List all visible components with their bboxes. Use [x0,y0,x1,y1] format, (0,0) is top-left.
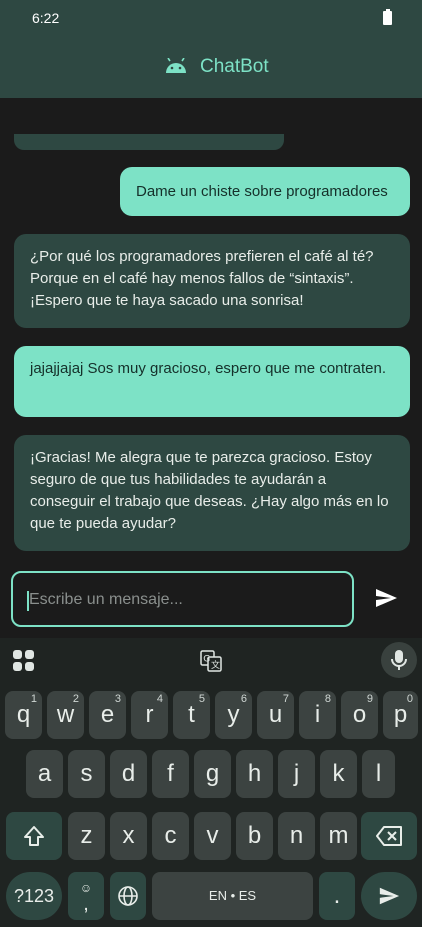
key-c[interactable]: c [152,812,189,860]
key-f[interactable]: f [152,750,189,798]
send-icon[interactable] [372,586,400,610]
period-key[interactable]: . [319,872,355,920]
shift-key[interactable] [6,812,62,860]
key-u[interactable]: u7 [257,691,294,739]
previous-message-bubble [14,134,284,150]
app-bar: ChatBot [0,36,422,98]
key-a[interactable]: a [26,750,63,798]
translate-icon[interactable]: G 文 [200,650,222,672]
user-message: jajajjajaj Sos muy gracioso, espero que … [14,346,410,417]
key-k[interactable]: k [320,750,357,798]
key-s[interactable]: s [68,750,105,798]
apps-grid-icon[interactable] [13,650,35,672]
enter-key[interactable] [361,872,417,920]
shift-icon [24,826,44,846]
key-l[interactable]: l [362,750,395,798]
key-w[interactable]: w2 [47,691,84,739]
key-r[interactable]: r4 [131,691,168,739]
key-p[interactable]: p0 [383,691,418,739]
key-t[interactable]: t5 [173,691,210,739]
language-key[interactable] [110,872,146,920]
backspace-key[interactable] [361,812,417,860]
app-title: ChatBot [200,56,269,77]
svg-text:文: 文 [211,659,220,671]
key-x[interactable]: x [110,812,147,860]
message-list[interactable]: Dame un chiste sobre programadores ¿Por … [0,98,422,566]
bot-message: ¡Gracias! Me alegra que te parezca graci… [14,435,410,551]
message-input[interactable]: Escribe un mensaje... [11,571,354,627]
message-input-placeholder: Escribe un mensaje... [29,591,183,608]
text-cursor [27,591,29,611]
battery-icon [383,9,392,25]
status-bar: 6:22 [0,0,422,36]
key-d[interactable]: d [110,750,147,798]
key-i[interactable]: i8 [299,691,336,739]
microphone-icon [391,650,407,670]
key-h[interactable]: h [236,750,273,798]
user-message: Dame un chiste sobre programadores [120,167,410,216]
emoji-comma-key[interactable]: ☺ , [68,872,104,920]
key-b[interactable]: b [236,812,273,860]
key-o[interactable]: o9 [341,691,378,739]
key-y[interactable]: y6 [215,691,252,739]
bot-message: ¿Por qué los programadores prefieren el … [14,234,410,328]
android-icon [166,58,186,73]
key-g[interactable]: g [194,750,231,798]
keyboard-toolbar: G 文 [0,638,422,682]
key-q[interactable]: q1 [5,691,42,739]
symbols-key[interactable]: ?123 [6,872,62,920]
status-time: 6:22 [32,10,60,26]
svg-text:G: G [203,655,210,665]
key-m[interactable]: m [320,812,357,860]
backspace-icon [376,826,402,846]
key-v[interactable]: v [194,812,231,860]
space-key[interactable]: EN • ES [152,872,313,920]
globe-icon [118,886,138,906]
composer: Escribe un mensaje... [0,566,422,638]
key-e[interactable]: e3 [89,691,126,739]
send-icon [379,887,400,905]
microphone-button[interactable] [381,642,417,678]
key-z[interactable]: z [68,812,105,860]
key-n[interactable]: n [278,812,315,860]
key-j[interactable]: j [278,750,315,798]
keyboard: G 文 q1 w2 e3 r4 t5 y6 u7 i8 o9 p0 a s d … [0,638,422,927]
